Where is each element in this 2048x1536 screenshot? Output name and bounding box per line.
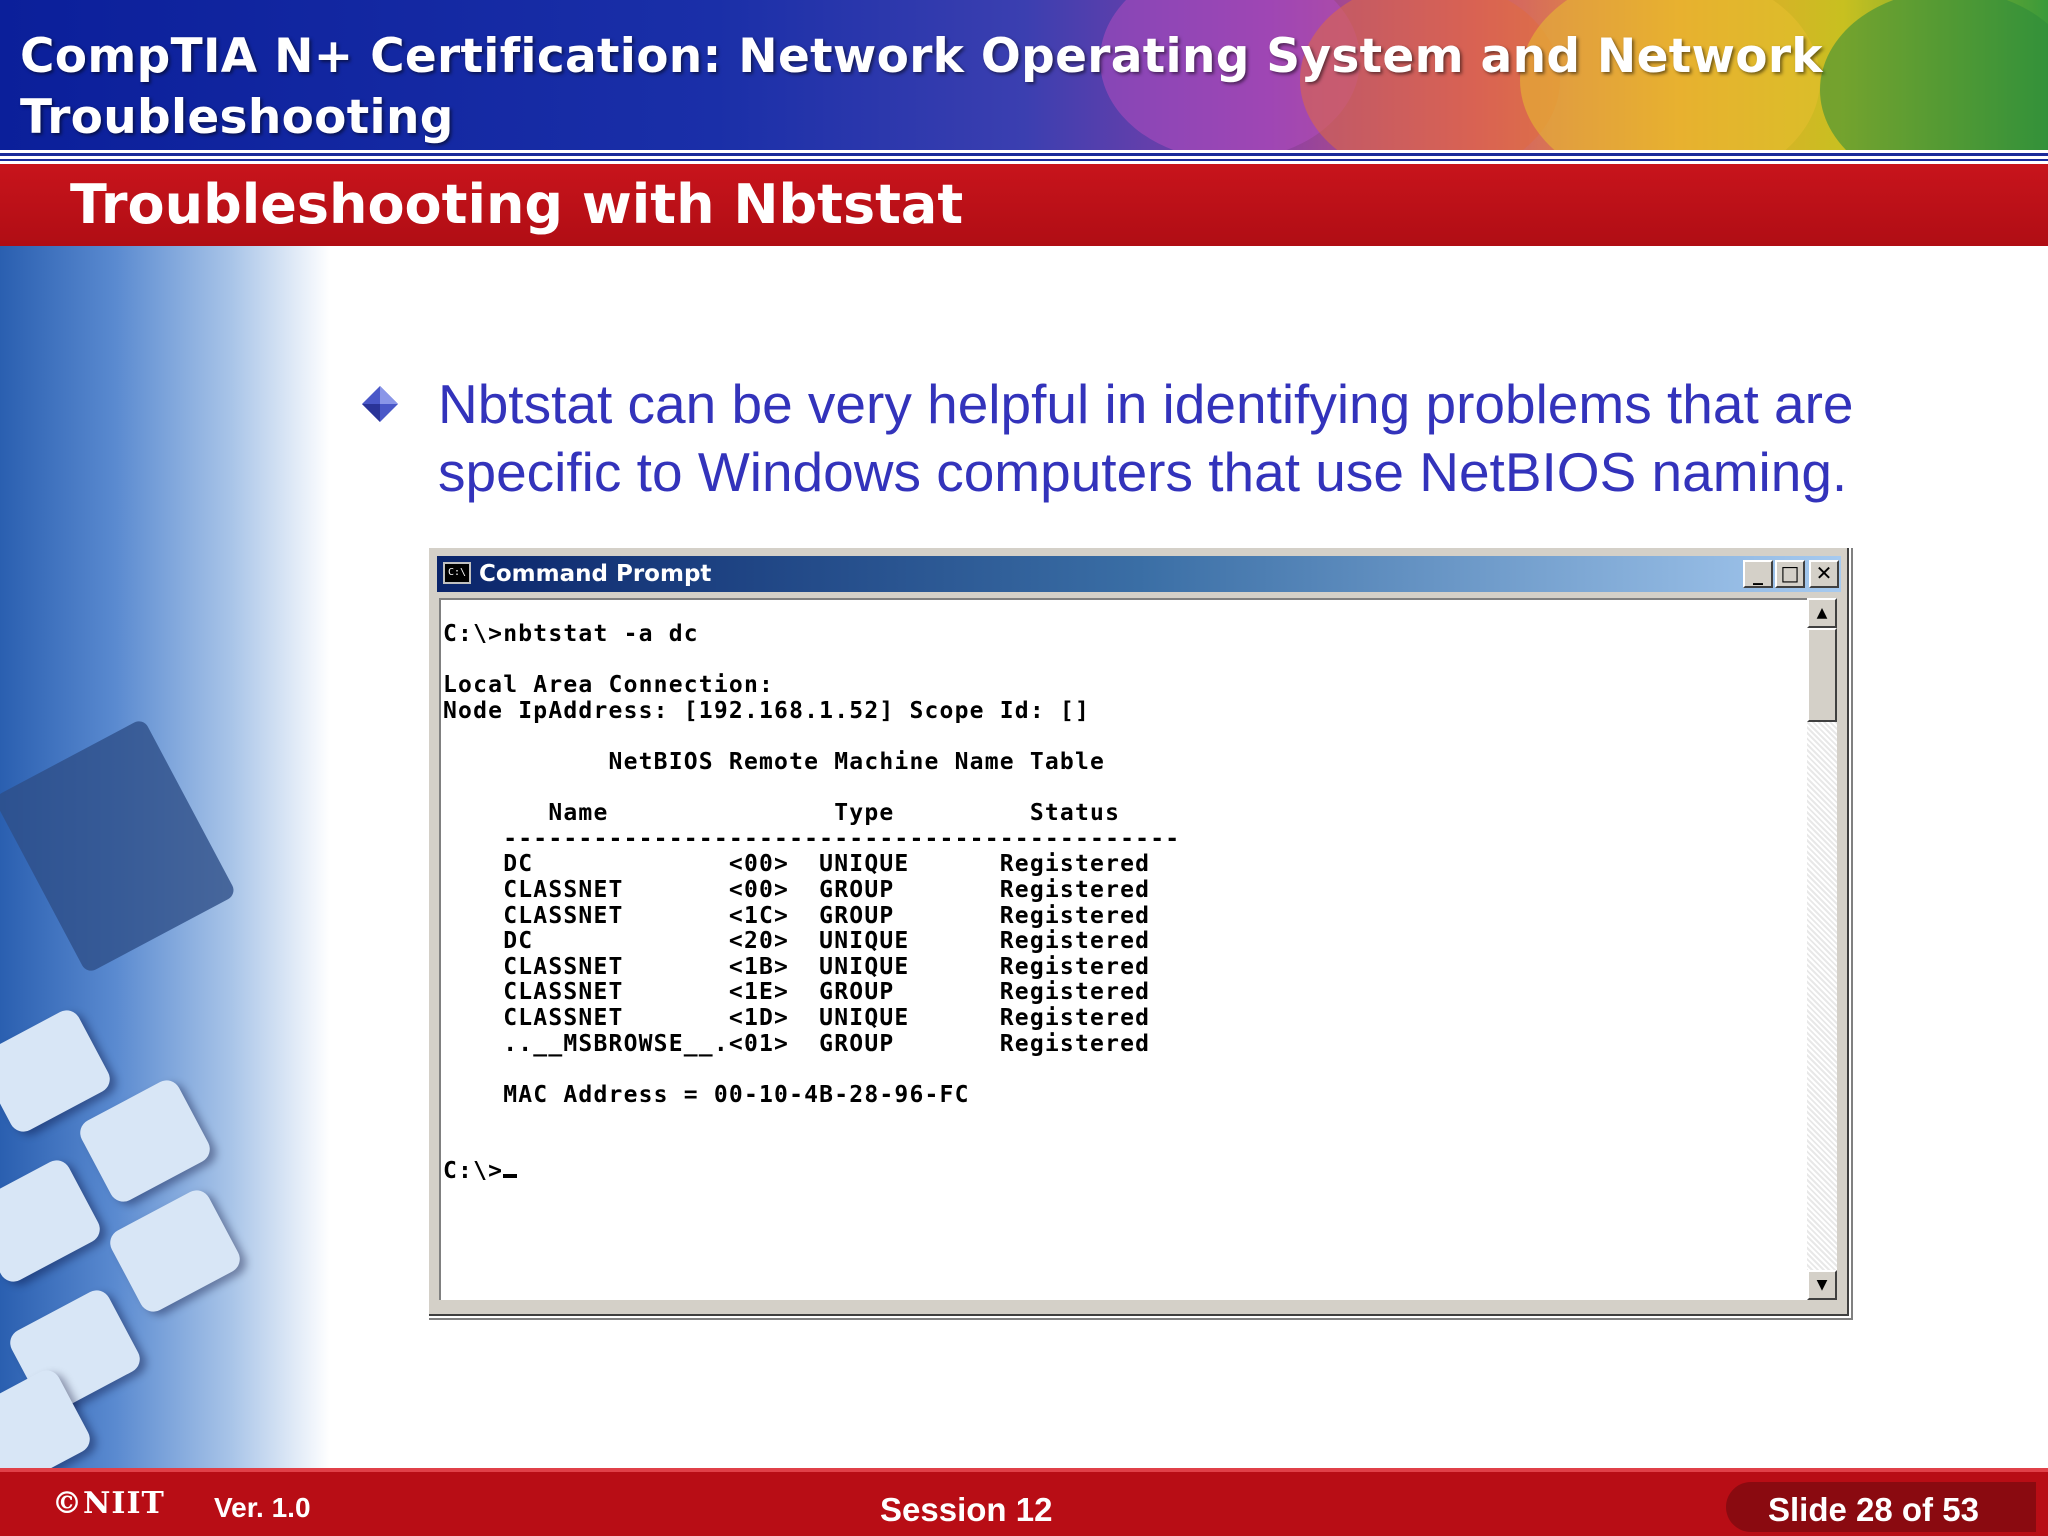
- scroll-up-button[interactable]: ▲: [1807, 598, 1837, 628]
- window-titlebar[interactable]: C:\ Command Prompt _ □ ✕: [437, 556, 1841, 592]
- close-button[interactable]: ✕: [1809, 560, 1839, 588]
- command-prompt-window[interactable]: C:\ Command Prompt _ □ ✕ C:\>nbtstat -a …: [427, 546, 1851, 1318]
- decorative-keyboard-image: [0, 246, 330, 1468]
- header-divider: [0, 150, 2048, 164]
- vertical-scrollbar[interactable]: ▲ ▼: [1807, 598, 1837, 1300]
- text-cursor: [503, 1174, 518, 1179]
- section-bar: Troubleshooting with Nbtstat: [0, 164, 2048, 246]
- scrollbar-thumb[interactable]: [1807, 628, 1837, 722]
- slide-number: Slide 28 of 53: [1768, 1491, 1979, 1528]
- header-decoration: [1820, 0, 2048, 150]
- console-area[interactable]: C:\>nbtstat -a dc Local Area Connection:…: [439, 598, 1807, 1300]
- diamond-bullet-icon: [362, 386, 398, 422]
- keyboard-key-decoration: [0, 1155, 105, 1287]
- keyboard-key-decoration: [75, 1075, 215, 1207]
- session-label: Session 12: [880, 1491, 1053, 1528]
- window-title: Command Prompt: [479, 561, 712, 587]
- scroll-down-button[interactable]: ▼: [1807, 1270, 1837, 1300]
- slide-footer: ©NIIT Ver. 1.0 Session 12 Slide 28 of 53: [0, 1468, 2048, 1536]
- maximize-button[interactable]: □: [1775, 560, 1805, 588]
- niit-logo: ©NIIT: [52, 1486, 165, 1521]
- console-text: C:\>nbtstat -a dc Local Area Connection:…: [443, 621, 1181, 1185]
- minimize-button[interactable]: _: [1743, 560, 1773, 588]
- keyboard-key-decoration: [105, 1185, 245, 1317]
- circuit-chip-decoration: [0, 717, 237, 975]
- command-prompt-icon[interactable]: C:\: [443, 562, 471, 584]
- slide-title: Troubleshooting with Nbtstat: [70, 173, 964, 236]
- version-label: Ver. 1.0: [214, 1492, 311, 1523]
- bullet-point: Nbtstat can be very helpful in identifyi…: [438, 373, 1854, 503]
- console-output: C:\>nbtstat -a dc Local Area Connection:…: [441, 621, 1181, 1185]
- slide-header: CompTIA N+ Certification: Network Operat…: [0, 0, 2048, 150]
- presentation-title: CompTIA N+ Certification: Network Operat…: [20, 29, 1823, 145]
